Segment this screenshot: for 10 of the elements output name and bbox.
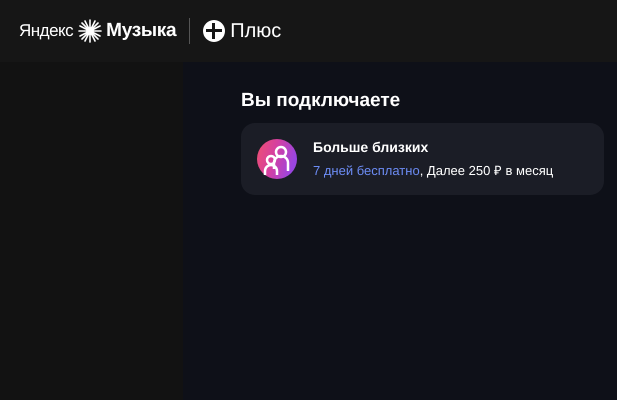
offer-description: 7 дней бесплатно, Далее 250 ₽ в месяц: [313, 162, 554, 180]
offer-title: Больше близких: [313, 138, 430, 158]
brand-logo-text: Яндекс: [19, 20, 74, 42]
starburst-icon: [78, 19, 102, 43]
trial-link[interactable]: 7 дней бесплатно: [313, 163, 420, 178]
section-heading: Вы подключаете: [241, 89, 402, 113]
product-logo-text: Музыка: [106, 18, 176, 43]
plus-logo-icon: [203, 20, 226, 42]
plus-logo-text: Плюс: [230, 19, 282, 44]
people-icon: [257, 139, 297, 179]
